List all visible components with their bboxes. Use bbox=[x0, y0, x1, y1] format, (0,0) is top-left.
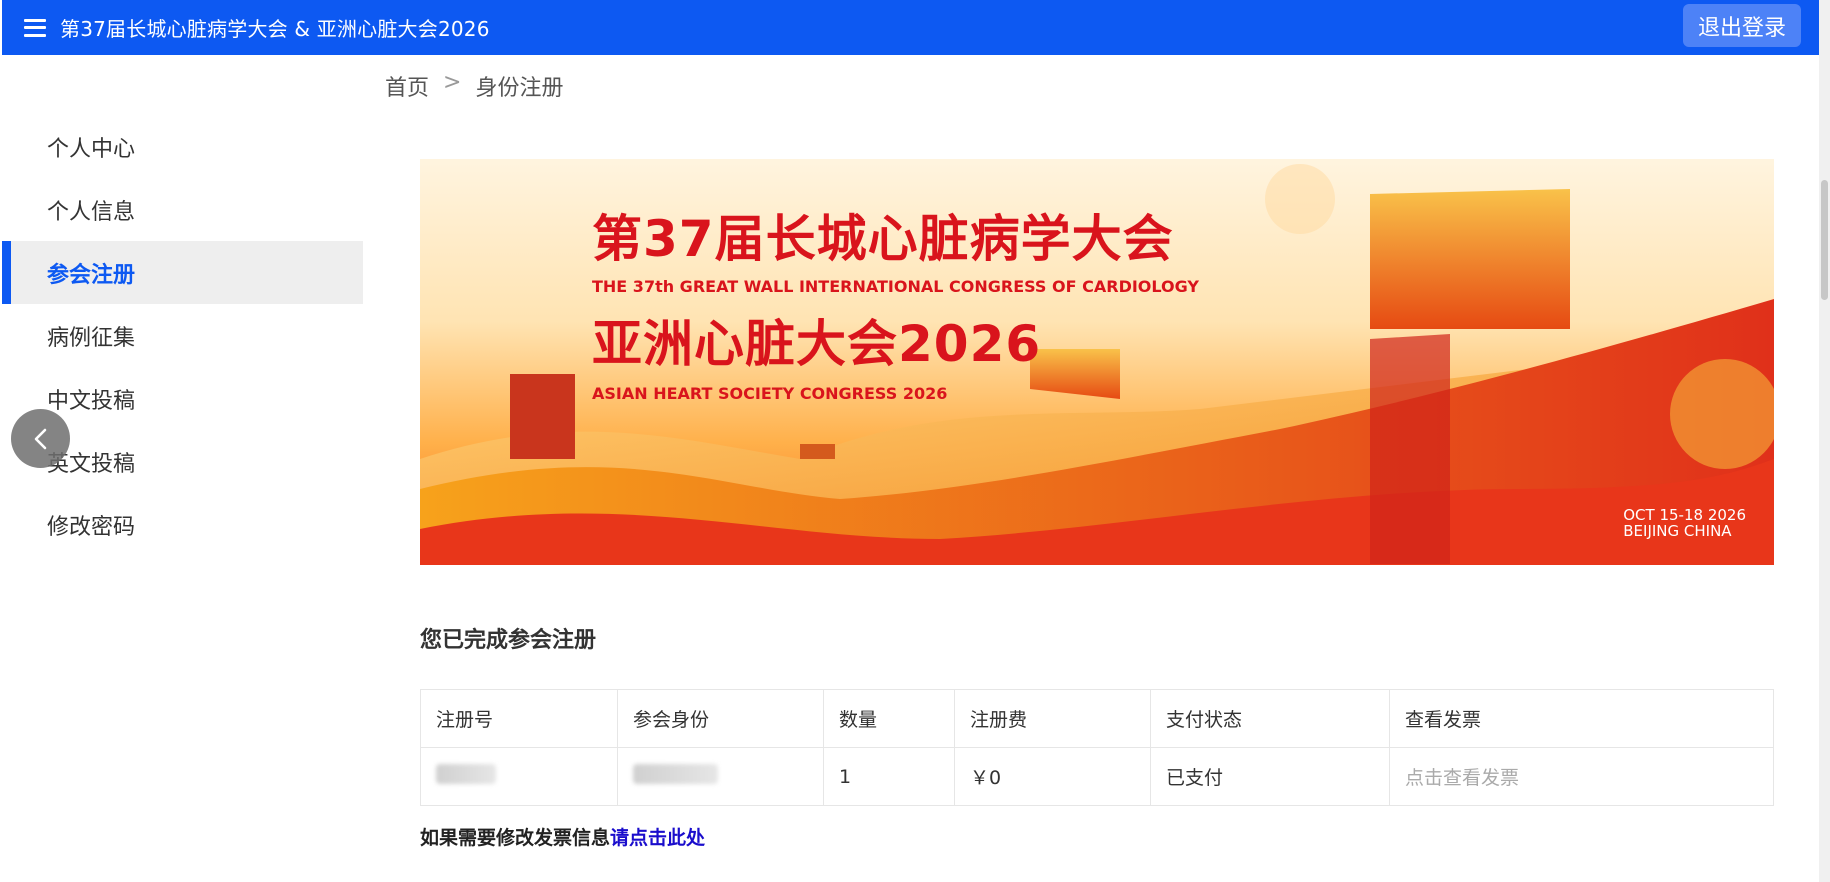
column-header: 支付状态 bbox=[1150, 689, 1390, 748]
sidebar-item-registration[interactable]: 参会注册 bbox=[2, 241, 363, 304]
invoice-note-text: 如果需要修改发票信息 bbox=[420, 827, 611, 849]
banner-date-location: OCT 15-18 2026 BEIJING CHINA bbox=[1623, 507, 1746, 539]
sidebar: 个人中心 个人信息 参会注册 病例征集 中文投稿 英文投稿 修改密码 bbox=[2, 55, 381, 882]
column-header: 参会身份 bbox=[617, 689, 824, 748]
chevron-left-icon bbox=[34, 428, 46, 449]
top-bar: 第37届长城心脏病学大会 & 亚洲心脏大会2026 退出登录 bbox=[2, 0, 1819, 55]
attendee-identity-cell bbox=[617, 747, 824, 806]
logout-button[interactable]: 退出登录 bbox=[1682, 4, 1801, 47]
breadcrumb-current: 身份注册 bbox=[475, 76, 564, 101]
banner-subtitle-en: ASIAN HEART SOCIETY CONGRESS 2026 bbox=[592, 384, 948, 403]
banner-title-block: 第37届长城心脏病学大会 THE 37th GREAT WALL INTERNA… bbox=[592, 199, 1199, 403]
table-header-row: 注册号 参会身份 数量 注册费 支付状态 查看发票 bbox=[420, 689, 1774, 748]
app-title: 第37届长城心脏病学大会 & 亚洲心脏大会2026 bbox=[60, 17, 490, 41]
scrollbar-thumb[interactable] bbox=[1821, 180, 1828, 300]
sidebar-item-case-collection[interactable]: 病例征集 bbox=[2, 304, 363, 367]
breadcrumb-separator: > bbox=[443, 70, 462, 95]
conference-banner: 第37届长城心脏病学大会 THE 37th GREAT WALL INTERNA… bbox=[420, 159, 1774, 565]
sidebar-item-change-password[interactable]: 修改密码 bbox=[2, 493, 363, 556]
sidebar-item-personal-info[interactable]: 个人信息 bbox=[2, 178, 363, 241]
table-row: 1 ￥0 已支付 点击查看发票 bbox=[420, 747, 1774, 806]
banner-location: BEIJING CHINA bbox=[1623, 522, 1732, 540]
registration-status-heading: 您已完成参会注册 bbox=[420, 628, 597, 653]
fee-cell: ￥0 bbox=[954, 747, 1151, 806]
banner-date: OCT 15-18 2026 bbox=[1623, 506, 1746, 524]
quantity-cell: 1 bbox=[823, 747, 955, 806]
column-header: 查看发票 bbox=[1389, 689, 1774, 748]
view-invoice-link[interactable]: 点击查看发票 bbox=[1405, 767, 1519, 789]
redacted-value bbox=[436, 764, 496, 784]
registration-table: 注册号 参会身份 数量 注册费 支付状态 查看发票 1 ￥0 已支付 点击查看发… bbox=[420, 689, 1774, 806]
main-content: 首页 > 身份注册 第37届长城心脏病学大会 THE 37th GREAT WA… bbox=[363, 55, 1819, 882]
breadcrumb: 首页 > 身份注册 bbox=[385, 70, 563, 102]
sidebar-item-personal-center[interactable]: 个人中心 bbox=[2, 115, 363, 178]
redacted-value bbox=[633, 764, 718, 784]
column-header: 数量 bbox=[823, 689, 955, 748]
column-header: 注册号 bbox=[420, 689, 618, 748]
banner-title-cn: 第37届长城心脏病学大会 bbox=[592, 210, 1174, 268]
breadcrumb-home[interactable]: 首页 bbox=[385, 70, 429, 102]
hamburger-menu-icon[interactable] bbox=[24, 18, 46, 37]
page-scrollbar[interactable] bbox=[1819, 0, 1830, 882]
invoice-cell: 点击查看发票 bbox=[1389, 747, 1774, 806]
banner-subtitle-cn: 亚洲心脏大会2026 bbox=[592, 315, 1042, 373]
banner-title-en: THE 37th GREAT WALL INTERNATIONAL CONGRE… bbox=[592, 277, 1199, 296]
sidebar-collapse-button[interactable] bbox=[11, 409, 70, 468]
payment-status-cell: 已支付 bbox=[1150, 747, 1390, 806]
edit-invoice-link[interactable]: 请点击此处 bbox=[610, 827, 705, 849]
registration-number-cell bbox=[420, 747, 618, 806]
column-header: 注册费 bbox=[954, 689, 1151, 748]
invoice-note: 如果需要修改发票信息请点击此处 bbox=[420, 823, 705, 850]
